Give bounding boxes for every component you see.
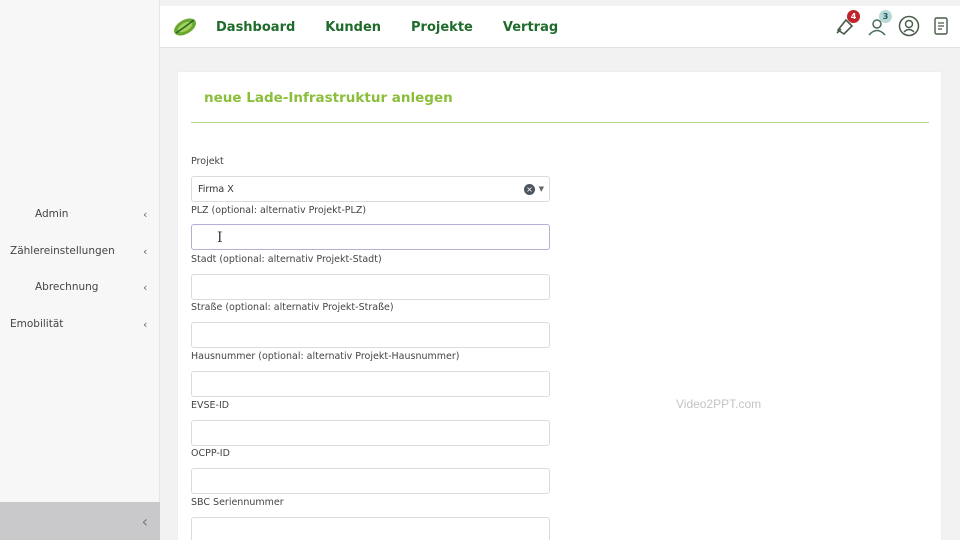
strasse-input[interactable] — [191, 322, 550, 348]
notification-badge: 4 — [847, 10, 860, 23]
form-card: neue Lade-Infrastruktur anlegen Projekt … — [178, 72, 941, 540]
top-icons: 4 3 — [834, 10, 952, 38]
sidebar-item-label: Admin — [35, 208, 69, 220]
stadt-input[interactable] — [191, 274, 550, 300]
sidebar-item-admin[interactable]: Admin ‹ — [0, 204, 160, 224]
sidebar-collapse-button[interactable]: ‹ — [0, 502, 160, 540]
messages-badge: 3 — [879, 10, 892, 23]
nav-projekte[interactable]: Projekte — [411, 20, 473, 35]
user-icon[interactable] — [898, 14, 920, 38]
chevron-left-icon: ‹ — [143, 207, 148, 221]
sidebar-item-abrechnung[interactable]: Abrechnung ‹ — [0, 277, 160, 297]
main-nav: Dashboard Kunden Projekte Vertrag — [216, 6, 558, 48]
projekt-select[interactable]: Firma X × ▼ — [191, 176, 550, 202]
nav-vertrag[interactable]: Vertrag — [503, 20, 558, 35]
nav-dashboard[interactable]: Dashboard — [216, 20, 295, 35]
clear-icon[interactable]: × — [524, 184, 535, 195]
chevron-down-icon[interactable]: ▼ — [539, 185, 544, 193]
notification-icon[interactable]: 4 — [834, 10, 860, 38]
sidebar-item-label: Abrechnung — [35, 281, 99, 293]
evse-id-input[interactable] — [191, 420, 550, 446]
text-cursor-icon: I — [217, 230, 223, 246]
field-label-hausnummer: Hausnummer (optional: alternativ Projekt… — [191, 351, 460, 362]
hausnummer-input[interactable] — [191, 371, 550, 397]
field-label-projekt: Projekt — [191, 156, 224, 167]
messages-icon[interactable]: 3 — [866, 10, 892, 38]
leaf-logo-icon[interactable] — [172, 15, 198, 39]
plz-input[interactable]: I — [191, 224, 550, 250]
nav-kunden[interactable]: Kunden — [325, 20, 381, 35]
projekt-select-value: Firma X — [198, 183, 234, 195]
page-title: neue Lade-Infrastruktur anlegen — [204, 90, 453, 106]
sidebar: Admin ‹ Zählereinstellungen ‹ Abrechnung… — [0, 0, 160, 540]
top-navbar: Dashboard Kunden Projekte Vertrag 4 3 — [160, 6, 960, 48]
sidebar-item-emobilitaet[interactable]: Emobilität ‹ — [0, 314, 160, 334]
field-label-sbc-seriennummer: SBC Seriennummer — [191, 497, 284, 508]
field-label-plz: PLZ (optional: alternativ Projekt-PLZ) — [191, 205, 367, 216]
ocpp-id-input[interactable] — [191, 468, 550, 494]
field-label-strasse: Straße (optional: alternativ Projekt-Str… — [191, 302, 394, 313]
field-label-ocpp-id: OCPP-ID — [191, 448, 230, 459]
document-icon[interactable] — [930, 14, 952, 38]
sidebar-item-label: Emobilität — [10, 318, 64, 330]
sidebar-item-zaehlereinstellungen[interactable]: Zählereinstellungen ‹ — [0, 241, 160, 261]
field-label-stadt: Stadt (optional: alternativ Projekt-Stad… — [191, 254, 382, 265]
title-divider — [191, 122, 929, 123]
chevron-left-icon: ‹ — [143, 244, 148, 258]
sbc-seriennummer-input[interactable] — [191, 517, 550, 540]
chevron-left-icon: ‹ — [143, 317, 148, 331]
watermark: Video2PPT.com — [676, 397, 762, 411]
field-label-evse-id: EVSE-ID — [191, 400, 230, 411]
chevron-left-icon: ‹ — [141, 511, 148, 531]
sidebar-item-label: Zählereinstellungen — [10, 245, 115, 257]
chevron-left-icon: ‹ — [143, 280, 148, 294]
